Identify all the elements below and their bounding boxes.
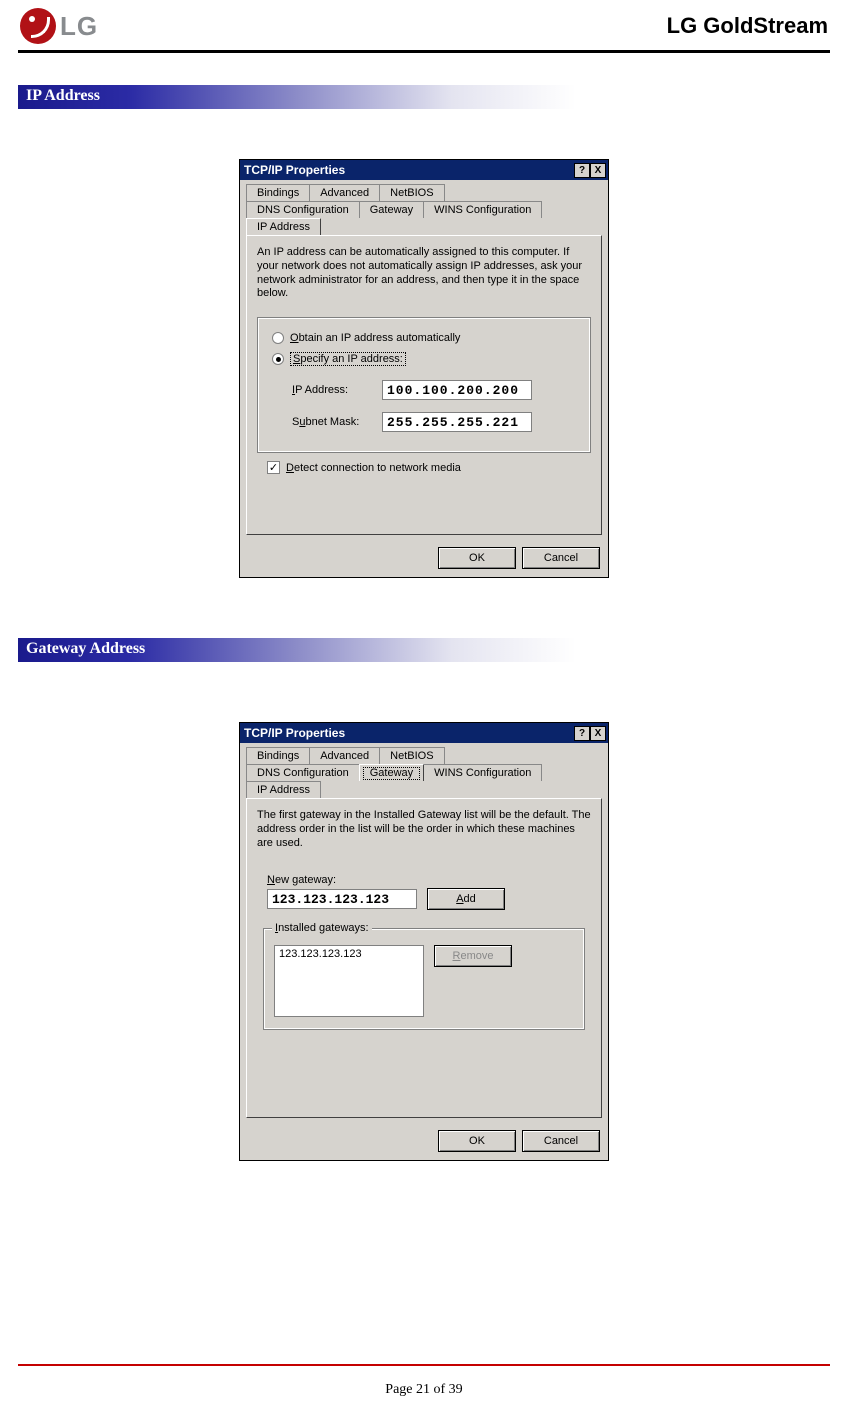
installed-gateways-list[interactable]: 123.123.123.123 <box>274 945 424 1017</box>
detect-label: Detect connection to network media <box>286 462 461 474</box>
ip-address-input[interactable]: 100.100.200.200 <box>382 380 532 400</box>
radio-specify[interactable] <box>272 353 284 365</box>
tcpip-dialog-gateway: TCP/IP Properties ? X Bindings Advanced … <box>239 722 609 1161</box>
installed-gateways-group: Installed gateways: 123.123.123.123 Remo… <box>263 928 585 1030</box>
remove-button[interactable]: Remove <box>434 945 512 967</box>
titlebar: TCP/IP Properties ? X <box>240 160 608 180</box>
tab-advanced[interactable]: Advanced <box>309 747 380 764</box>
radio-obtain-row[interactable]: Obtain an IP address automatically <box>272 332 578 344</box>
lg-logo-icon <box>20 8 56 44</box>
dialog-title: TCP/IP Properties <box>244 726 345 740</box>
ok-button[interactable]: OK <box>438 547 516 569</box>
tab-gateway[interactable]: Gateway <box>359 764 424 781</box>
radio-obtain-label: Obtain an IP address automatically <box>290 332 460 344</box>
cancel-button[interactable]: Cancel <box>522 547 600 569</box>
tabs-row-back: Bindings Advanced NetBIOS <box>240 180 608 201</box>
tab-ip-address[interactable]: IP Address <box>246 781 321 798</box>
ip-description: An IP address can be automatically assig… <box>257 246 591 301</box>
footer-divider <box>18 1364 830 1366</box>
subnet-mask-input[interactable]: 255.255.255.221 <box>382 412 532 432</box>
page-header: LG LG GoldStream <box>0 0 848 48</box>
tab-bindings[interactable]: Bindings <box>246 747 310 764</box>
ip-groupbox: Obtain an IP address automatically Speci… <box>257 317 591 453</box>
detect-checkbox[interactable]: ✓ <box>267 461 280 474</box>
section-heading-ip: IP Address <box>18 85 638 109</box>
list-item[interactable]: 123.123.123.123 <box>279 948 419 960</box>
help-button[interactable]: ? <box>574 726 590 741</box>
gateway-description: The first gateway in the Installed Gatew… <box>257 809 591 850</box>
close-button[interactable]: X <box>590 163 606 178</box>
tab-bindings[interactable]: Bindings <box>246 184 310 201</box>
product-name: LG GoldStream <box>667 13 828 39</box>
close-button[interactable]: X <box>590 726 606 741</box>
detect-connection-row[interactable]: ✓ Detect connection to network media <box>257 461 591 474</box>
tcpip-dialog-ip: TCP/IP Properties ? X Bindings Advanced … <box>239 159 609 578</box>
tab-panel-ip: An IP address can be automatically assig… <box>246 235 602 535</box>
help-button[interactable]: ? <box>574 163 590 178</box>
tab-dns[interactable]: DNS Configuration <box>246 201 360 218</box>
page-number: Page 21 of 39 <box>0 1382 848 1398</box>
tab-ip-address[interactable]: IP Address <box>246 218 321 235</box>
radio-obtain[interactable] <box>272 332 284 344</box>
tabs-row-front: DNS Configuration Gateway WINS Configura… <box>240 764 608 798</box>
radio-specify-row[interactable]: Specify an IP address: <box>272 352 578 366</box>
ip-address-label: IP Address: <box>292 384 382 396</box>
tab-wins[interactable]: WINS Configuration <box>423 764 542 781</box>
tab-netbios[interactable]: NetBIOS <box>379 747 444 764</box>
new-gateway-input[interactable]: 123.123.123.123 <box>267 889 417 909</box>
tab-wins[interactable]: WINS Configuration <box>423 201 542 218</box>
tab-netbios[interactable]: NetBIOS <box>379 184 444 201</box>
cancel-button[interactable]: Cancel <box>522 1130 600 1152</box>
titlebar: TCP/IP Properties ? X <box>240 723 608 743</box>
lg-logo: LG <box>20 8 98 44</box>
lg-logo-text: LG <box>60 11 98 42</box>
tab-dns[interactable]: DNS Configuration <box>246 764 360 781</box>
add-button[interactable]: Add <box>427 888 505 910</box>
radio-specify-label: Specify an IP address: <box>290 352 406 366</box>
subnet-mask-label: Subnet Mask: <box>292 416 382 428</box>
tabs-row-back: Bindings Advanced NetBIOS <box>240 743 608 764</box>
tab-panel-gateway: The first gateway in the Installed Gatew… <box>246 798 602 1118</box>
dialog-title: TCP/IP Properties <box>244 163 345 177</box>
ok-button[interactable]: OK <box>438 1130 516 1152</box>
section-heading-gateway: Gateway Address <box>18 638 638 662</box>
new-gateway-label: New gateway: <box>267 874 591 886</box>
tab-advanced[interactable]: Advanced <box>309 184 380 201</box>
installed-gateways-label: Installed gateways: <box>272 922 372 934</box>
tabs-row-front: DNS Configuration Gateway WINS Configura… <box>240 201 608 235</box>
header-divider <box>18 50 830 53</box>
tab-gateway[interactable]: Gateway <box>359 201 424 218</box>
